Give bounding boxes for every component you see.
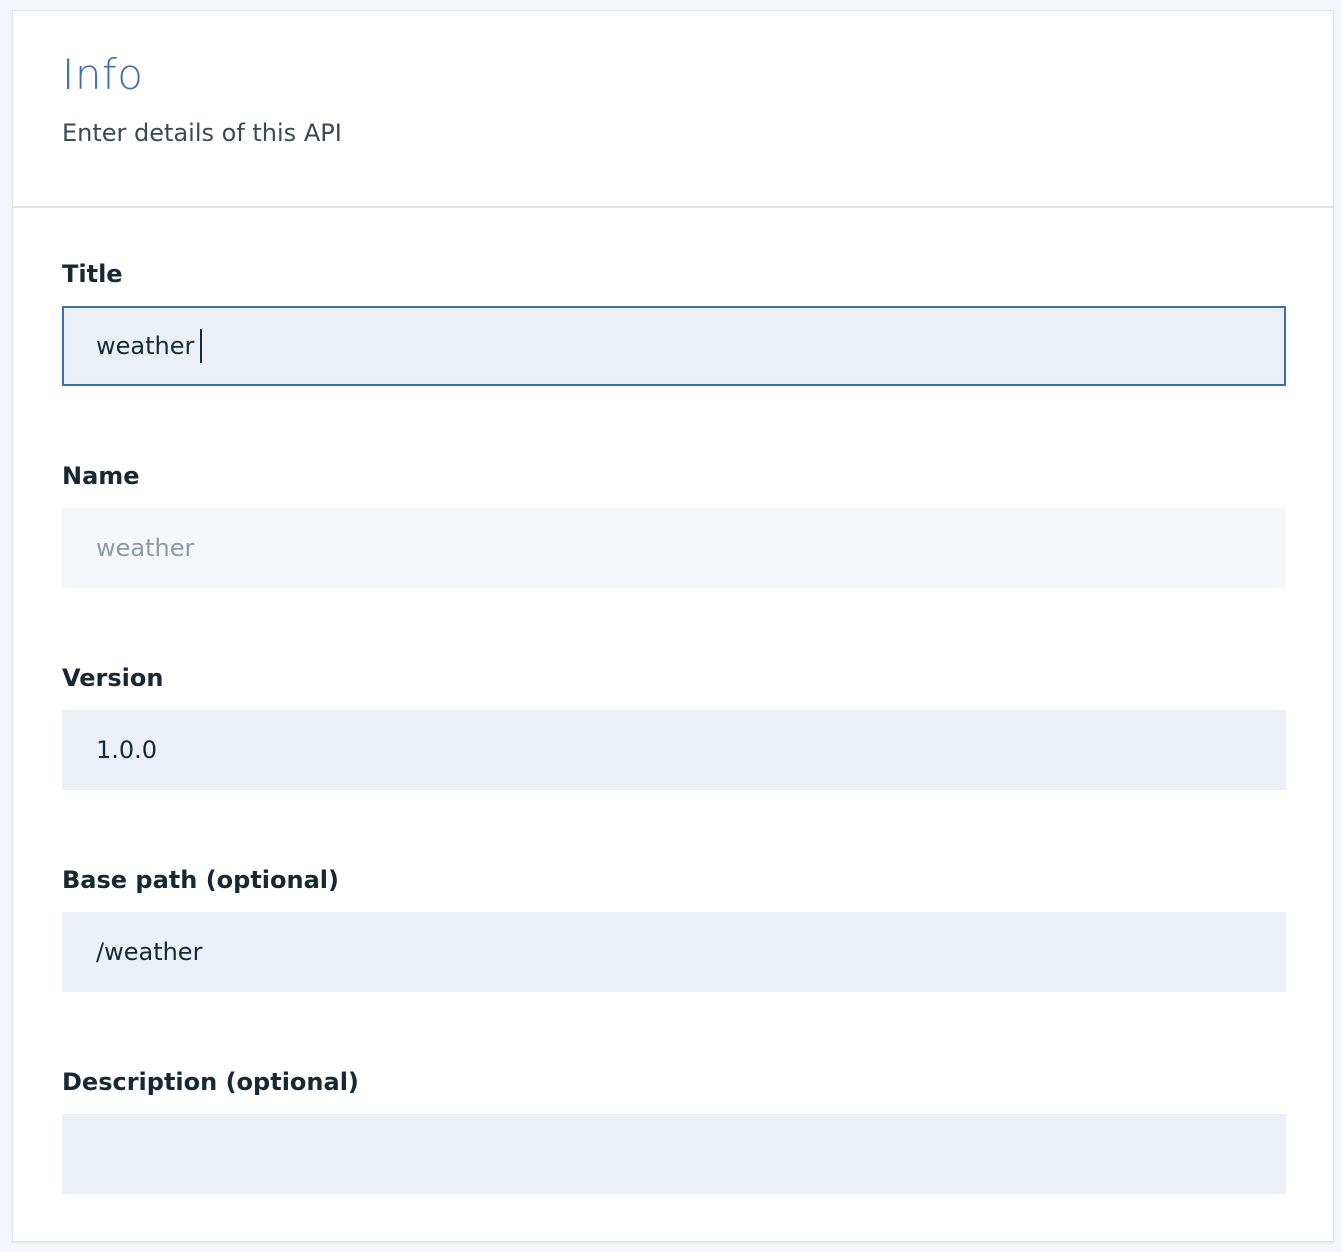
card-header: Info Enter details of this API <box>13 11 1333 208</box>
description-input[interactable] <box>62 1114 1286 1194</box>
version-label: Version <box>62 664 164 692</box>
description-field: Description (optional) <box>62 1067 1286 1194</box>
title-label: Title <box>62 260 123 288</box>
name-field: Name <box>62 461 1286 588</box>
name-input <box>62 508 1286 588</box>
text-caret <box>200 329 202 363</box>
title-field: Title <box>62 259 1286 386</box>
page-title: Info <box>62 50 144 99</box>
base-path-field: Base path (optional) <box>62 865 1286 992</box>
page-subtitle: Enter details of this API <box>62 119 342 147</box>
title-input[interactable] <box>62 306 1286 386</box>
name-label: Name <box>62 462 140 490</box>
version-field: Version <box>62 663 1286 790</box>
base-path-label: Base path (optional) <box>62 866 339 894</box>
version-input[interactable] <box>62 710 1286 790</box>
description-label: Description (optional) <box>62 1068 359 1096</box>
info-card: Info Enter details of this API Title Nam… <box>12 10 1334 1242</box>
base-path-input[interactable] <box>62 912 1286 992</box>
